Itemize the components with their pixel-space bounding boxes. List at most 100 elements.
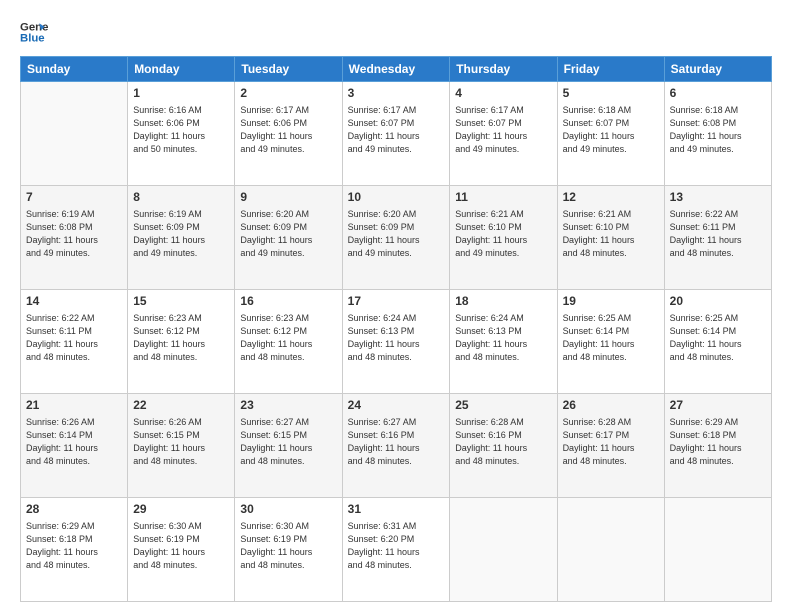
day-number: 14 <box>26 293 122 310</box>
calendar-day-cell: 30 Sunrise: 6:30 AM Sunset: 6:19 PM Dayli… <box>235 498 342 602</box>
day-info: Sunrise: 6:30 AM Sunset: 6:19 PM Dayligh… <box>133 520 229 572</box>
calendar-day-cell: 17 Sunrise: 6:24 AM Sunset: 6:13 PM Dayli… <box>342 290 450 394</box>
day-number: 12 <box>563 189 659 206</box>
day-number: 8 <box>133 189 229 206</box>
day-info: Sunrise: 6:21 AM Sunset: 6:10 PM Dayligh… <box>455 208 551 260</box>
day-number: 1 <box>133 85 229 102</box>
day-info: Sunrise: 6:26 AM Sunset: 6:14 PM Dayligh… <box>26 416 122 468</box>
day-number: 23 <box>240 397 336 414</box>
calendar-day-cell: 31 Sunrise: 6:31 AM Sunset: 6:20 PM Dayli… <box>342 498 450 602</box>
calendar-day-cell: 14 Sunrise: 6:22 AM Sunset: 6:11 PM Dayli… <box>21 290 128 394</box>
weekday-saturday: Saturday <box>664 57 771 82</box>
day-info: Sunrise: 6:24 AM Sunset: 6:13 PM Dayligh… <box>348 312 445 364</box>
weekday-header-row: SundayMondayTuesdayWednesdayThursdayFrid… <box>21 57 772 82</box>
day-info: Sunrise: 6:26 AM Sunset: 6:15 PM Dayligh… <box>133 416 229 468</box>
calendar-day-cell: 13 Sunrise: 6:22 AM Sunset: 6:11 PM Dayli… <box>664 186 771 290</box>
logo: General Blue <box>20 18 48 46</box>
day-number: 29 <box>133 501 229 518</box>
calendar-day-cell: 18 Sunrise: 6:24 AM Sunset: 6:13 PM Dayli… <box>450 290 557 394</box>
day-number: 13 <box>670 189 766 206</box>
day-number: 7 <box>26 189 122 206</box>
day-info: Sunrise: 6:27 AM Sunset: 6:16 PM Dayligh… <box>348 416 445 468</box>
calendar-day-cell: 23 Sunrise: 6:27 AM Sunset: 6:15 PM Dayli… <box>235 394 342 498</box>
weekday-monday: Monday <box>128 57 235 82</box>
weekday-sunday: Sunday <box>21 57 128 82</box>
weekday-tuesday: Tuesday <box>235 57 342 82</box>
day-number: 16 <box>240 293 336 310</box>
day-number: 20 <box>670 293 766 310</box>
day-info: Sunrise: 6:21 AM Sunset: 6:10 PM Dayligh… <box>563 208 659 260</box>
day-info: Sunrise: 6:22 AM Sunset: 6:11 PM Dayligh… <box>26 312 122 364</box>
day-info: Sunrise: 6:17 AM Sunset: 6:07 PM Dayligh… <box>455 104 551 156</box>
calendar-day-cell: 8 Sunrise: 6:19 AM Sunset: 6:09 PM Daylig… <box>128 186 235 290</box>
day-info: Sunrise: 6:23 AM Sunset: 6:12 PM Dayligh… <box>133 312 229 364</box>
calendar-day-cell: 15 Sunrise: 6:23 AM Sunset: 6:12 PM Dayli… <box>128 290 235 394</box>
calendar-day-cell: 11 Sunrise: 6:21 AM Sunset: 6:10 PM Dayli… <box>450 186 557 290</box>
day-info: Sunrise: 6:22 AM Sunset: 6:11 PM Dayligh… <box>670 208 766 260</box>
logo-icon: General Blue <box>20 18 48 46</box>
day-info: Sunrise: 6:30 AM Sunset: 6:19 PM Dayligh… <box>240 520 336 572</box>
day-info: Sunrise: 6:25 AM Sunset: 6:14 PM Dayligh… <box>563 312 659 364</box>
calendar-empty-cell <box>21 82 128 186</box>
calendar-day-cell: 12 Sunrise: 6:21 AM Sunset: 6:10 PM Dayli… <box>557 186 664 290</box>
day-info: Sunrise: 6:20 AM Sunset: 6:09 PM Dayligh… <box>348 208 445 260</box>
calendar-empty-cell <box>557 498 664 602</box>
calendar-day-cell: 24 Sunrise: 6:27 AM Sunset: 6:16 PM Dayli… <box>342 394 450 498</box>
day-number: 24 <box>348 397 445 414</box>
day-info: Sunrise: 6:28 AM Sunset: 6:17 PM Dayligh… <box>563 416 659 468</box>
calendar-day-cell: 1 Sunrise: 6:16 AM Sunset: 6:06 PM Daylig… <box>128 82 235 186</box>
day-info: Sunrise: 6:24 AM Sunset: 6:13 PM Dayligh… <box>455 312 551 364</box>
day-number: 2 <box>240 85 336 102</box>
day-info: Sunrise: 6:27 AM Sunset: 6:15 PM Dayligh… <box>240 416 336 468</box>
day-number: 30 <box>240 501 336 518</box>
day-number: 22 <box>133 397 229 414</box>
calendar-empty-cell <box>664 498 771 602</box>
calendar-week-row: 1 Sunrise: 6:16 AM Sunset: 6:06 PM Daylig… <box>21 82 772 186</box>
day-number: 19 <box>563 293 659 310</box>
day-number: 11 <box>455 189 551 206</box>
calendar-day-cell: 20 Sunrise: 6:25 AM Sunset: 6:14 PM Dayli… <box>664 290 771 394</box>
weekday-friday: Friday <box>557 57 664 82</box>
day-number: 21 <box>26 397 122 414</box>
day-number: 5 <box>563 85 659 102</box>
day-info: Sunrise: 6:18 AM Sunset: 6:08 PM Dayligh… <box>670 104 766 156</box>
calendar-table: SundayMondayTuesdayWednesdayThursdayFrid… <box>20 56 772 602</box>
calendar-empty-cell <box>450 498 557 602</box>
day-number: 9 <box>240 189 336 206</box>
day-number: 15 <box>133 293 229 310</box>
day-info: Sunrise: 6:23 AM Sunset: 6:12 PM Dayligh… <box>240 312 336 364</box>
day-info: Sunrise: 6:31 AM Sunset: 6:20 PM Dayligh… <box>348 520 445 572</box>
day-info: Sunrise: 6:25 AM Sunset: 6:14 PM Dayligh… <box>670 312 766 364</box>
weekday-thursday: Thursday <box>450 57 557 82</box>
day-info: Sunrise: 6:20 AM Sunset: 6:09 PM Dayligh… <box>240 208 336 260</box>
calendar-week-row: 7 Sunrise: 6:19 AM Sunset: 6:08 PM Daylig… <box>21 186 772 290</box>
calendar-day-cell: 9 Sunrise: 6:20 AM Sunset: 6:09 PM Daylig… <box>235 186 342 290</box>
day-number: 26 <box>563 397 659 414</box>
day-info: Sunrise: 6:17 AM Sunset: 6:06 PM Dayligh… <box>240 104 336 156</box>
calendar-week-row: 21 Sunrise: 6:26 AM Sunset: 6:14 PM Dayli… <box>21 394 772 498</box>
day-info: Sunrise: 6:29 AM Sunset: 6:18 PM Dayligh… <box>26 520 122 572</box>
day-number: 25 <box>455 397 551 414</box>
calendar-day-cell: 7 Sunrise: 6:19 AM Sunset: 6:08 PM Daylig… <box>21 186 128 290</box>
calendar-day-cell: 16 Sunrise: 6:23 AM Sunset: 6:12 PM Dayli… <box>235 290 342 394</box>
calendar-day-cell: 3Sunrise: 6:17 AM Sunset: 6:07 PM Daylig… <box>342 82 450 186</box>
day-info: Sunrise: 6:19 AM Sunset: 6:09 PM Dayligh… <box>133 208 229 260</box>
day-number: 27 <box>670 397 766 414</box>
day-number: 31 <box>348 501 445 518</box>
day-info: Sunrise: 6:16 AM Sunset: 6:06 PM Dayligh… <box>133 104 229 156</box>
day-number: 17 <box>348 293 445 310</box>
calendar-day-cell: 29 Sunrise: 6:30 AM Sunset: 6:19 PM Dayli… <box>128 498 235 602</box>
calendar-day-cell: 25 Sunrise: 6:28 AM Sunset: 6:16 PM Dayli… <box>450 394 557 498</box>
day-info: Sunrise: 6:28 AM Sunset: 6:16 PM Dayligh… <box>455 416 551 468</box>
calendar-day-cell: 10 Sunrise: 6:20 AM Sunset: 6:09 PM Dayli… <box>342 186 450 290</box>
calendar-day-cell: 2 Sunrise: 6:17 AM Sunset: 6:06 PM Daylig… <box>235 82 342 186</box>
day-info: Sunrise: 6:19 AM Sunset: 6:08 PM Dayligh… <box>26 208 122 260</box>
calendar-day-cell: 28Sunrise: 6:29 AM Sunset: 6:18 PM Dayli… <box>21 498 128 602</box>
calendar-day-cell: 4 Sunrise: 6:17 AM Sunset: 6:07 PM Daylig… <box>450 82 557 186</box>
day-number: 10 <box>348 189 445 206</box>
day-number: 4 <box>455 85 551 102</box>
calendar-day-cell: 21 Sunrise: 6:26 AM Sunset: 6:14 PM Dayli… <box>21 394 128 498</box>
calendar-day-cell: 6Sunrise: 6:18 AM Sunset: 6:08 PM Daylig… <box>664 82 771 186</box>
calendar-week-row: 14 Sunrise: 6:22 AM Sunset: 6:11 PM Dayli… <box>21 290 772 394</box>
day-number: 18 <box>455 293 551 310</box>
